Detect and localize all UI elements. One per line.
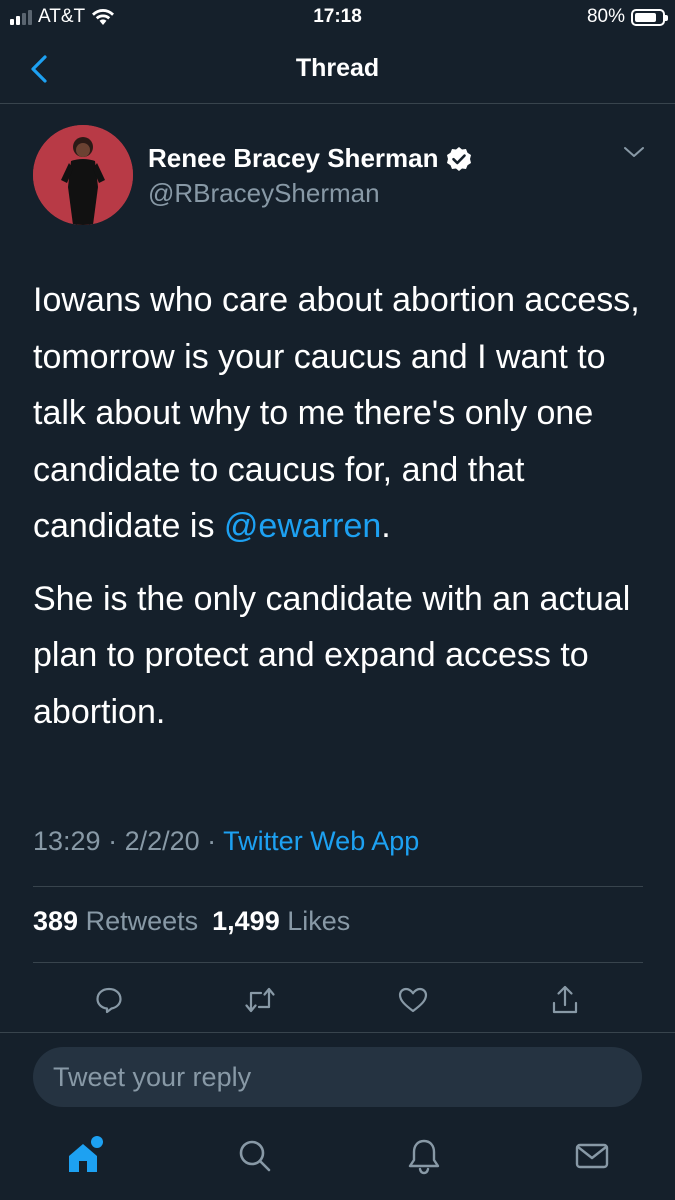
reply-input[interactable] bbox=[33, 1047, 642, 1107]
reply-icon bbox=[96, 987, 122, 1014]
likes-count: 1,499 bbox=[212, 906, 280, 936]
page-title: Thread bbox=[295, 54, 380, 82]
tweet-date: 2/2/20 bbox=[124, 826, 200, 856]
tweet-text-end: . bbox=[381, 507, 391, 545]
status-time: 17:18 bbox=[313, 6, 362, 27]
avatar[interactable] bbox=[33, 125, 133, 225]
tab-bar bbox=[0, 1120, 675, 1200]
retweets-stat[interactable]: 389 Retweets bbox=[33, 906, 198, 937]
tab-home[interactable] bbox=[61, 1132, 109, 1180]
author-row: Renee Bracey Sherman bbox=[148, 143, 472, 174]
battery-percent: 80% bbox=[586, 6, 625, 27]
home-icon bbox=[69, 1136, 103, 1172]
tweet-actions bbox=[33, 980, 643, 1020]
tweet-source-link[interactable]: Twitter Web App bbox=[223, 826, 419, 856]
meta-separator: · bbox=[100, 826, 125, 856]
chevron-down-icon bbox=[624, 147, 644, 157]
tweet-stats: 389 Retweets 1,499 Likes bbox=[33, 906, 350, 937]
tab-notifications[interactable] bbox=[400, 1132, 448, 1180]
battery-icon bbox=[631, 8, 668, 26]
retweets-count: 389 bbox=[33, 906, 79, 936]
likes-label: Likes bbox=[287, 906, 351, 936]
reply-bar bbox=[0, 1032, 675, 1120]
author-name[interactable]: Renee Bracey Sherman bbox=[148, 143, 438, 174]
share-icon bbox=[552, 985, 578, 1014]
likes-stat[interactable]: 1,499 Likes bbox=[212, 906, 350, 937]
author-block[interactable]: Renee Bracey Sherman @RBraceySherman bbox=[148, 143, 472, 209]
divider bbox=[33, 886, 643, 887]
tweet-text: Iowans who care about abortion access, t… bbox=[33, 281, 640, 545]
battery-level bbox=[635, 12, 656, 22]
tweet-body: Iowans who care about abortion access, t… bbox=[33, 272, 643, 740]
tweet-paragraph: She is the only candidate with an actual… bbox=[33, 579, 631, 731]
like-icon bbox=[398, 987, 428, 1013]
status-bar: AT&T 17:18 80% bbox=[0, 0, 675, 36]
divider bbox=[33, 962, 643, 963]
like-button[interactable] bbox=[393, 980, 433, 1020]
author-handle[interactable]: @RBraceySherman bbox=[148, 178, 472, 209]
status-right: 80% bbox=[586, 6, 668, 28]
tab-messages[interactable] bbox=[568, 1132, 616, 1180]
share-button[interactable] bbox=[545, 980, 585, 1020]
retweets-label: Retweets bbox=[85, 906, 199, 936]
verified-badge-icon bbox=[447, 146, 472, 171]
tweet-meta: 13:29 · 2/2/20 · Twitter Web App bbox=[33, 826, 419, 857]
nav-bar: Thread bbox=[0, 36, 675, 104]
tweet-header: Renee Bracey Sherman @RBraceySherman bbox=[33, 125, 653, 225]
tweet-time: 13:29 bbox=[33, 826, 101, 856]
mention-link[interactable]: @ewarren bbox=[224, 507, 381, 545]
retweet-icon bbox=[245, 987, 275, 1013]
search-icon bbox=[239, 1140, 271, 1172]
more-options-button[interactable] bbox=[623, 145, 645, 164]
meta-separator: · bbox=[199, 826, 224, 856]
messages-icon bbox=[575, 1143, 609, 1169]
retweet-button[interactable] bbox=[240, 980, 280, 1020]
notifications-icon bbox=[408, 1139, 440, 1175]
avatar-photo bbox=[33, 125, 133, 225]
tweet-paragraph: Iowans who care about abortion access, t… bbox=[33, 272, 643, 555]
tab-search[interactable] bbox=[231, 1132, 279, 1180]
reply-button[interactable] bbox=[89, 980, 129, 1020]
